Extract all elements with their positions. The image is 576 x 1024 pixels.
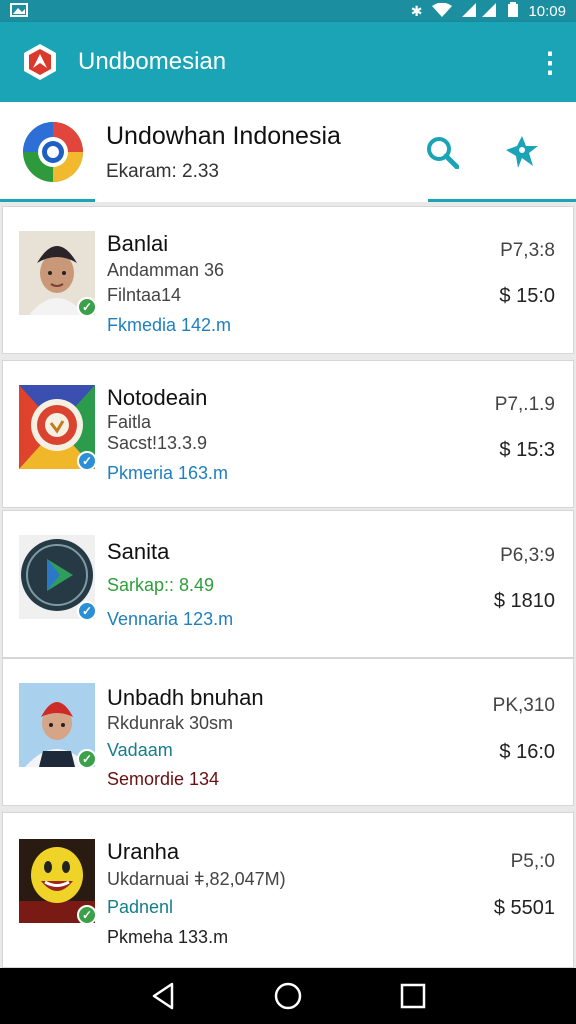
signal-icon	[462, 2, 498, 20]
notification-icon	[10, 2, 28, 20]
verified-check-icon: ✓	[77, 601, 97, 621]
item-list: ✓ Banlai Andamman 36 Filntaa14 Fkmedia 1…	[0, 206, 576, 968]
status-time: 10:09	[528, 2, 566, 20]
navigation-bar	[0, 968, 576, 1024]
item-amount: $ 5501	[493, 897, 555, 919]
list-item[interactable]: ✓ Unbadh bnuhan Rkdunrak 30sm Vadaam Sem…	[2, 658, 574, 806]
wifi-icon	[432, 2, 453, 20]
item-detail: Pkmeria 163.m	[107, 463, 229, 483]
item-amount: $ 15:3	[499, 439, 555, 461]
list-item[interactable]: ✓ Uranha Ukdarnuai ǂ,82,047M) Padnenl Pk…	[2, 812, 574, 968]
item-amount: $ 1810	[493, 590, 555, 612]
item-detail: Vadaam	[107, 740, 173, 760]
item-detail: Sarkap:: 8.49	[107, 575, 215, 595]
back-icon[interactable]	[143, 976, 183, 1016]
channel-subtitle: Ekaram: 2.33	[106, 160, 219, 182]
item-amount: $ 16:0	[499, 741, 555, 763]
tab-indicator	[428, 199, 576, 202]
channel-header: Undowhan Indonesia Ekaram: 2.33	[0, 102, 576, 202]
tab-indicator	[0, 199, 95, 202]
verified-check-icon: ✓	[77, 749, 97, 769]
item-name: Uranha	[107, 839, 180, 864]
verified-check-icon: ✓	[77, 451, 97, 471]
list-item[interactable]: ✓ Banlai Andamman 36 Filntaa14 Fkmedia 1…	[2, 206, 574, 354]
search-icon[interactable]	[424, 134, 460, 170]
item-detail: Ukdarnuai ǂ,82,047M)	[107, 869, 286, 889]
status-bar: ✱ 10:09	[0, 0, 576, 22]
item-name: Unbadh bnuhan	[107, 685, 264, 710]
item-detail: Fkmedia 142.m	[107, 315, 232, 335]
overflow-menu-icon[interactable]: ⋮	[536, 46, 564, 79]
list-item[interactable]: ✓ Notodeain Faitla Sacst!13.3.9 Pkmeria …	[2, 360, 574, 508]
bluetooth-icon: ✱	[410, 2, 423, 19]
item-detail: Rkdunrak 30sm	[107, 713, 234, 733]
list-item[interactable]: ✓ Sanita Sarkap:: 8.49 Vennaria 123.m P6…	[2, 510, 574, 658]
item-name: Notodeain	[107, 385, 208, 410]
item-detail: Semordie 134	[107, 769, 220, 789]
app-title: Undbomesian	[78, 48, 227, 75]
channel-title: Undowhan Indonesia	[106, 121, 341, 150]
pin-icon[interactable]	[504, 134, 540, 170]
item-price: P5,:0	[510, 851, 555, 872]
item-detail: Pkmeha 133.m	[107, 927, 229, 947]
item-price: P7,.1.9	[494, 394, 555, 415]
app-logo-icon	[20, 42, 60, 82]
verified-check-icon: ✓	[77, 905, 97, 925]
home-icon[interactable]	[268, 976, 308, 1016]
item-detail: Padnenl	[107, 897, 174, 917]
channel-logo-icon	[22, 121, 84, 183]
item-detail: Andamman 36	[107, 260, 225, 280]
item-amount: $ 15:0	[499, 285, 555, 307]
item-detail: Sacst!13.3.9	[107, 433, 208, 453]
item-price: P6,3:9	[500, 545, 555, 566]
item-detail: Vennaria 123.m	[107, 609, 234, 629]
item-name: Banlai	[107, 231, 169, 256]
item-detail: Filntaa14	[107, 285, 182, 305]
item-price: PK,310	[492, 695, 555, 716]
item-detail: Faitla	[107, 412, 152, 432]
verified-check-icon: ✓	[77, 297, 97, 317]
item-price: P7,3:8	[500, 240, 555, 261]
item-name: Sanita	[107, 539, 170, 564]
battery-icon	[508, 2, 519, 20]
app-bar: Undbomesian ⋮	[0, 22, 576, 102]
recents-icon[interactable]	[393, 976, 433, 1016]
